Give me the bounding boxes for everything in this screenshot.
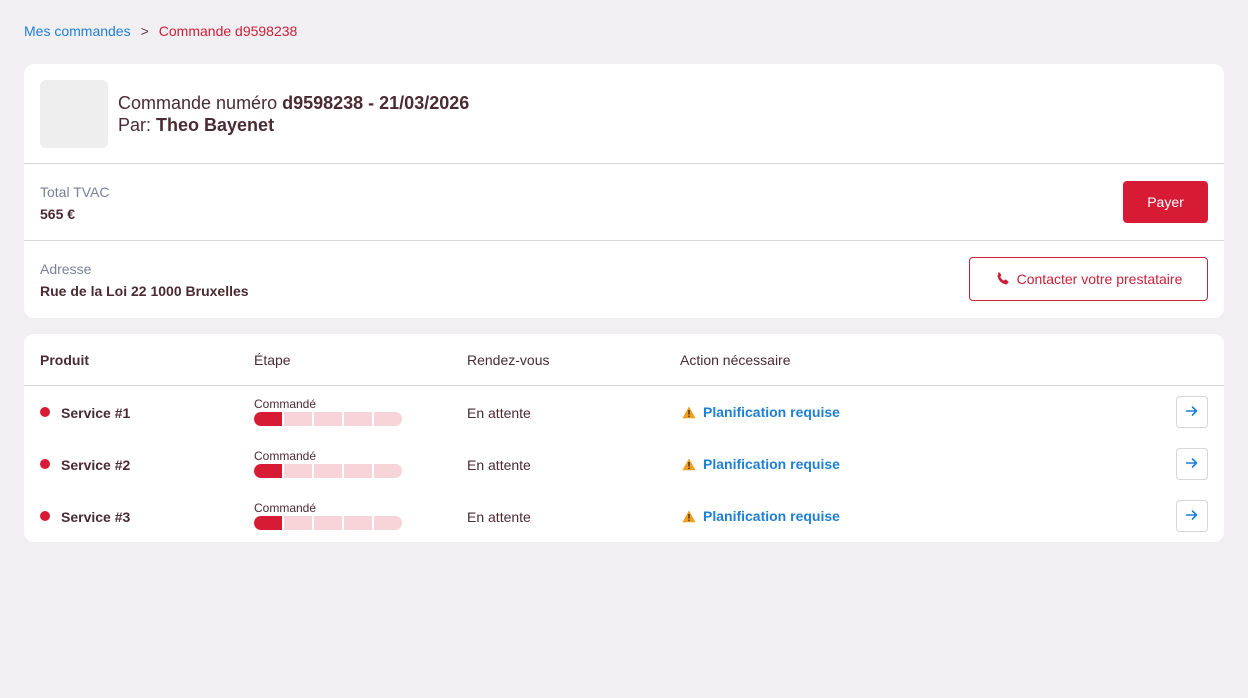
progress-step-pending	[374, 516, 402, 530]
breadcrumb-link-orders[interactable]: Mes commandes	[24, 23, 131, 39]
progress-step-pending	[374, 412, 402, 426]
progress-step-pending	[314, 516, 342, 530]
table-row: Service #1 Commandé En attente Planifica…	[24, 386, 1224, 438]
header-action: Action nécessaire	[680, 352, 791, 368]
open-row-button[interactable]	[1176, 448, 1208, 480]
warning-icon	[682, 510, 696, 523]
appointment-value: En attente	[467, 457, 531, 473]
order-header: Commande numéro d9598238 - 21/03/2026 Pa…	[24, 64, 1224, 164]
address-value: Rue de la Loi 22 1000 Bruxelles	[40, 283, 249, 299]
order-by-line: Par: Theo Bayenet	[118, 115, 274, 136]
status-dot	[40, 407, 50, 417]
progress-step-pending	[314, 412, 342, 426]
breadcrumb-separator: >	[140, 23, 149, 39]
progress-step-pending	[344, 516, 372, 530]
order-number-value: d9598238 - 21/03/2026	[282, 93, 470, 113]
stage-label: Commandé	[254, 501, 317, 515]
breadcrumb-current: Commande d9598238	[158, 23, 298, 39]
header-appointment: Rendez-vous	[467, 352, 550, 368]
order-by-prefix: Par:	[118, 115, 152, 135]
stage-progress-bar	[254, 516, 402, 530]
progress-step-pending	[284, 464, 312, 478]
pay-button[interactable]: Payer	[1123, 181, 1208, 223]
order-address-row: Adresse Rue de la Loi 22 1000 Bruxelles …	[24, 241, 1224, 318]
order-summary-card: Commande numéro d9598238 - 21/03/2026 Pa…	[24, 64, 1224, 318]
order-by-value: Theo Bayenet	[156, 115, 275, 135]
open-row-button[interactable]	[1176, 500, 1208, 532]
warning-icon	[682, 406, 696, 419]
progress-step-pending	[314, 464, 342, 478]
order-total-row: Total TVAC 565 € Payer	[24, 164, 1224, 241]
status-dot	[40, 511, 50, 521]
action-needed: Planification requise	[682, 508, 840, 524]
progress-step-pending	[344, 464, 372, 478]
arrow-right-icon	[1185, 508, 1199, 525]
appointment-value: En attente	[467, 509, 531, 525]
open-row-button[interactable]	[1176, 396, 1208, 428]
order-number-prefix: Commande numéro	[118, 93, 278, 113]
breadcrumb: Mes commandes > Commande d9598238	[24, 23, 297, 39]
order-number-line: Commande numéro d9598238 - 21/03/2026	[118, 93, 469, 114]
schedule-required-link[interactable]: Planification requise	[703, 508, 840, 524]
product-name: Service #3	[61, 509, 131, 525]
appointment-value: En attente	[467, 405, 531, 421]
progress-step-done	[254, 464, 282, 478]
action-needed: Planification requise	[682, 456, 840, 472]
contact-provider-button[interactable]: Contacter votre prestataire	[969, 257, 1208, 301]
table-row: Service #3 Commandé En attente Planifica…	[24, 490, 1224, 542]
stage-label: Commandé	[254, 397, 317, 411]
arrow-right-icon	[1185, 404, 1199, 421]
stage-label: Commandé	[254, 449, 317, 463]
schedule-required-link[interactable]: Planification requise	[703, 404, 840, 420]
products-table: Produit Étape Rendez-vous Action nécessa…	[24, 334, 1224, 542]
progress-step-pending	[284, 516, 312, 530]
table-row: Service #2 Commandé En attente Planifica…	[24, 438, 1224, 490]
product-name: Service #1	[61, 405, 131, 421]
progress-step-pending	[344, 412, 372, 426]
contact-provider-label: Contacter votre prestataire	[1016, 271, 1183, 287]
total-label: Total TVAC	[40, 184, 110, 200]
product-name: Service #2	[61, 457, 131, 473]
progress-step-pending	[284, 412, 312, 426]
schedule-required-link[interactable]: Planification requise	[703, 456, 840, 472]
phone-icon	[995, 271, 1011, 287]
order-thumbnail	[40, 80, 108, 148]
header-stage: Étape	[254, 352, 291, 368]
action-needed: Planification requise	[682, 404, 840, 420]
header-product: Produit	[40, 352, 89, 368]
stage-progress-bar	[254, 464, 402, 478]
arrow-right-icon	[1185, 456, 1199, 473]
status-dot	[40, 459, 50, 469]
stage-progress-bar	[254, 412, 402, 426]
progress-step-done	[254, 412, 282, 426]
progress-step-done	[254, 516, 282, 530]
warning-icon	[682, 458, 696, 471]
address-label: Adresse	[40, 261, 92, 277]
total-value: 565 €	[40, 206, 76, 222]
progress-step-pending	[374, 464, 402, 478]
table-header: Produit Étape Rendez-vous Action nécessa…	[24, 334, 1224, 386]
